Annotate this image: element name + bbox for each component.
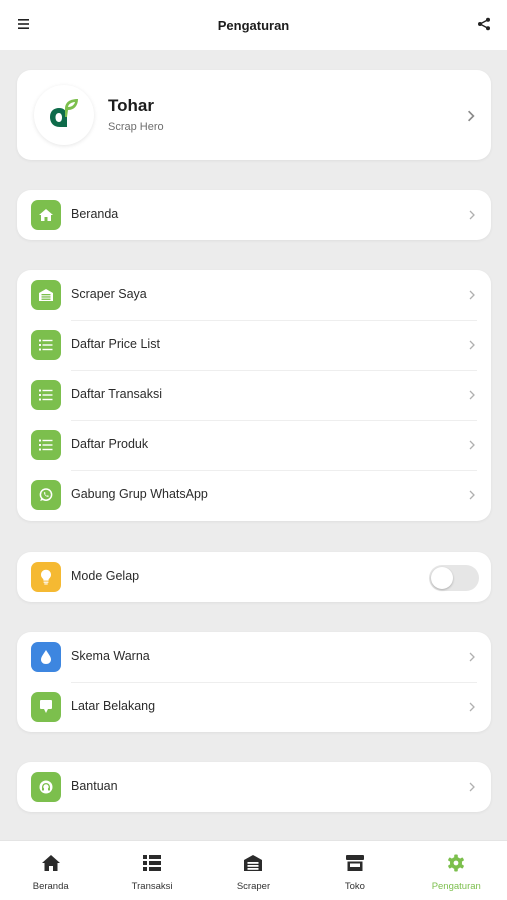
toggle-knob (431, 567, 453, 589)
chevron-right-icon (469, 340, 475, 350)
menu-item-beranda[interactable]: Beranda (17, 190, 491, 240)
menu-item-label: Skema Warna (71, 649, 150, 663)
profile-subtitle: Scrap Hero (108, 121, 164, 133)
menu-item-label: Daftar Produk (71, 437, 149, 451)
warehouse-icon (244, 855, 263, 871)
nav-item-label: Pengaturan (431, 881, 481, 892)
nav-item-label: Transaksi (131, 881, 173, 892)
home-icon (41, 855, 60, 871)
hamburger-menu-icon[interactable] (17, 17, 31, 31)
chevron-right-icon (469, 490, 475, 500)
list-icon (31, 330, 61, 360)
menu-item-label: Daftar Transaksi (71, 387, 163, 401)
menu-item-label: Beranda (71, 207, 119, 221)
chevron-right-icon (469, 782, 475, 792)
nav-item-pengaturan[interactable]: Pengaturan (406, 841, 507, 900)
list-icon (31, 380, 61, 410)
droplet-icon (31, 642, 61, 672)
menu-item-label: Latar Belakang (71, 699, 156, 713)
nav-item-label: Beranda (32, 881, 69, 892)
list-icon (143, 855, 162, 871)
dark-mode-toggle[interactable] (429, 565, 479, 591)
nav-item-beranda[interactable]: Beranda (0, 841, 101, 900)
menu-item-daftar-produk[interactable]: Daftar Produk (17, 420, 491, 470)
menu-item-daftar-price-list[interactable]: Daftar Price List (17, 320, 491, 370)
bottom-navigation: Beranda Transaksi Scraper Toko Pengatura… (0, 840, 507, 900)
menu-item-label: Gabung Grup WhatsApp (71, 487, 208, 501)
chevron-right-icon (468, 110, 475, 122)
profile-name: Tohar (108, 96, 154, 115)
headset-icon (31, 772, 61, 802)
chevron-right-icon (469, 652, 475, 662)
nav-item-label: Scraper (236, 881, 271, 892)
menu-item-daftar-transaksi[interactable]: Daftar Transaksi (17, 370, 491, 420)
avatar (34, 85, 94, 145)
top-app-bar: Pengaturan (0, 0, 507, 50)
menu-item-latar-belakang[interactable]: Latar Belakang (17, 682, 491, 732)
menu-item-skema-warna[interactable]: Skema Warna (17, 632, 491, 682)
menu-item-bantuan[interactable]: Bantuan (17, 762, 491, 812)
lightbulb-icon (31, 562, 61, 592)
nav-item-label: Toko (344, 881, 365, 892)
whatsapp-icon (31, 480, 61, 510)
menu-item-scraper-saya[interactable]: Scraper Saya (17, 270, 491, 320)
menu-item-mode-gelap: Mode Gelap (17, 552, 491, 602)
menu-item-label: Bantuan (71, 779, 118, 793)
home-card: Beranda (17, 190, 491, 240)
appearance-card: Skema Warna Latar Belakang (17, 632, 491, 732)
chevron-right-icon (469, 290, 475, 300)
chevron-right-icon (469, 702, 475, 712)
chevron-right-icon (469, 390, 475, 400)
warehouse-icon (31, 280, 61, 310)
store-icon (345, 855, 364, 871)
nav-item-toko[interactable]: Toko (304, 841, 405, 900)
lists-card: Scraper Saya Daftar Price List Daftar Tr… (17, 270, 491, 521)
gear-icon (448, 854, 465, 872)
share-icon[interactable] (477, 17, 491, 31)
nav-item-scraper[interactable]: Scraper (203, 841, 304, 900)
chevron-right-icon (469, 210, 475, 220)
page-title: Pengaturan (217, 17, 290, 33)
menu-item-label: Mode Gelap (71, 569, 140, 583)
menu-item-label: Scraper Saya (71, 287, 147, 301)
home-icon (31, 200, 61, 230)
chevron-right-icon (469, 440, 475, 450)
nav-item-transaksi[interactable]: Transaksi (101, 841, 202, 900)
menu-item-gabung-grup-whatsapp[interactable]: Gabung Grup WhatsApp (17, 470, 491, 520)
app-leaf-logo (50, 99, 78, 127)
dark-mode-card: Mode Gelap (17, 552, 491, 602)
help-card: Bantuan (17, 762, 491, 812)
background-icon (31, 692, 61, 722)
list-icon (31, 430, 61, 460)
menu-item-label: Daftar Price List (71, 337, 160, 351)
profile-card[interactable]: Tohar Scrap Hero (17, 70, 491, 160)
